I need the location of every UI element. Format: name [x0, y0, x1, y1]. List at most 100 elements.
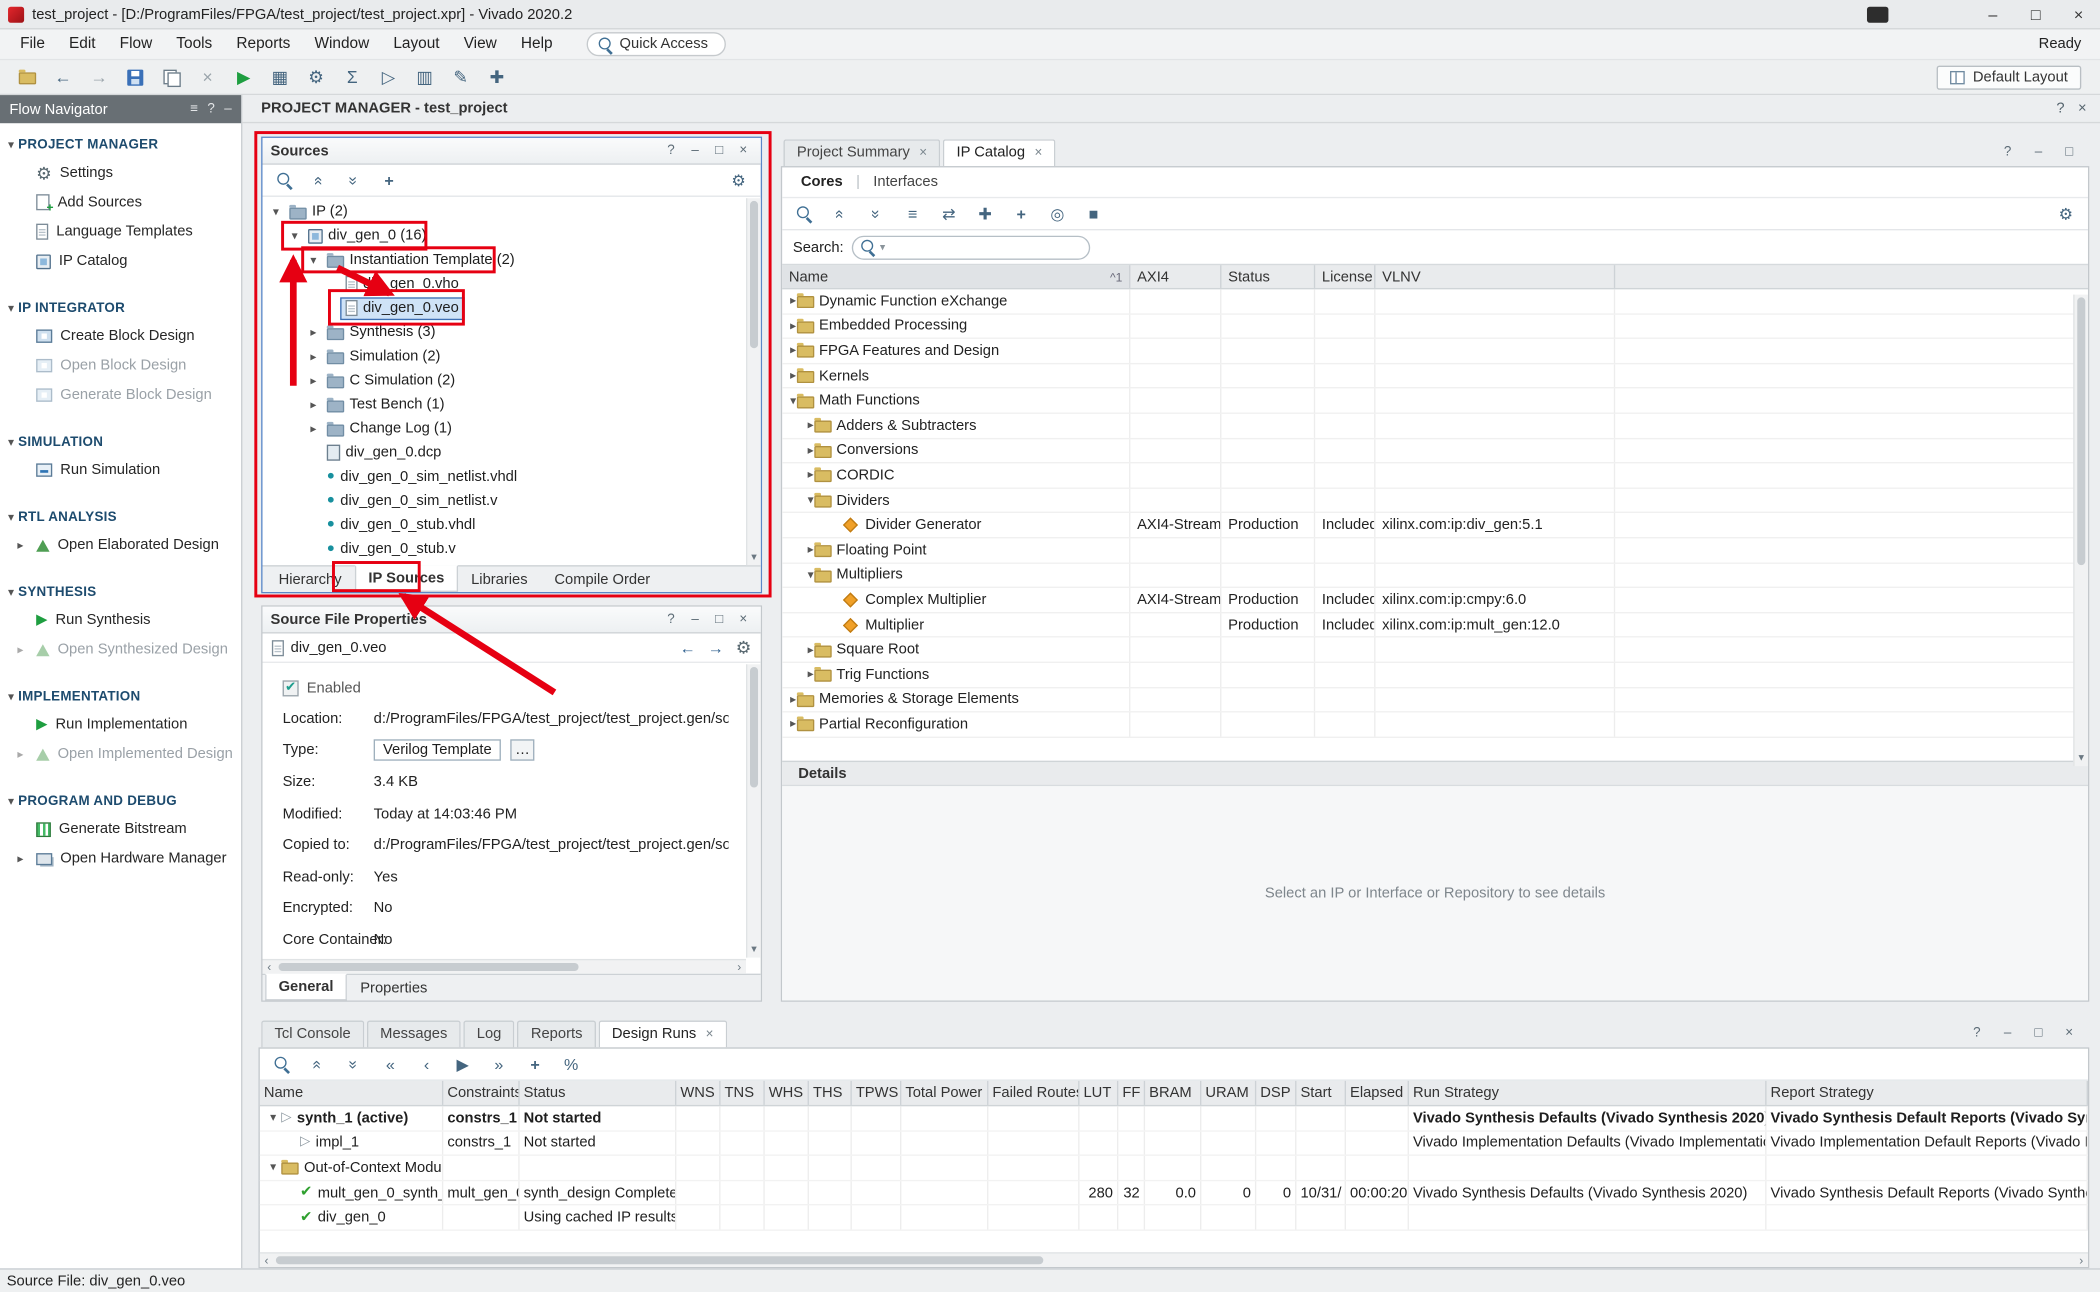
runs-column-total-power[interactable]: Total Power — [901, 1081, 988, 1105]
close-button[interactable]: × — [2060, 1023, 2079, 1042]
expander-closed-icon[interactable]: ▸ — [305, 423, 321, 435]
catalog-row-kernels[interactable]: ▸Kernels — [782, 364, 2088, 389]
flownav-item-open-implemented-design[interactable]: ▸Open Implemented Design — [0, 739, 241, 768]
menu-reports[interactable]: Reports — [224, 32, 302, 56]
run-row-mult-gen-0-synth-1[interactable]: ✔mult_gen_0_synth_1mult_gen_0synth_desig… — [260, 1181, 2088, 1206]
flownav-item-settings[interactable]: ⚙Settings — [0, 158, 241, 187]
flownav-item-ip-catalog[interactable]: IP Catalog — [0, 246, 241, 275]
runs-column-status[interactable]: Status — [520, 1081, 677, 1105]
runs-column-constraints[interactable]: Constraints — [443, 1081, 519, 1105]
window-close-button[interactable]: × — [2057, 0, 2100, 28]
tab-ip-catalog[interactable]: IP Catalog× — [943, 139, 1056, 166]
flownav-item-create-block-design[interactable]: Create Block Design — [0, 321, 241, 350]
scroll-down-icon[interactable]: ▼ — [747, 944, 760, 957]
tab-log[interactable]: Log — [463, 1021, 514, 1048]
catalog-row-conversions[interactable]: ▸Conversions — [782, 439, 2088, 464]
close-button[interactable]: × — [734, 610, 753, 629]
band-close-icon[interactable]: × — [2078, 100, 2087, 116]
expand-all-button[interactable]: » — [340, 167, 368, 192]
forward-icon[interactable]: → — [708, 638, 724, 657]
catalog-row-multiplier[interactable]: MultiplierProductionIncludedxilinx.com:i… — [782, 613, 2088, 638]
quick-access-search[interactable]: Quick Access — [586, 32, 725, 56]
section-expander-icon[interactable]: ▾ — [8, 586, 14, 598]
expander-closed-icon[interactable]: ▸ — [808, 469, 814, 481]
maximize-button[interactable]: □ — [2060, 142, 2079, 161]
target-button[interactable]: ◎ — [1043, 201, 1071, 226]
expander-closed-icon[interactable]: ▸ — [790, 320, 796, 332]
type-dropdown[interactable]: Verilog Template — [374, 740, 501, 761]
search-button[interactable] — [271, 167, 299, 192]
maximize-button[interactable]: □ — [710, 141, 729, 160]
add-button[interactable]: + — [375, 167, 403, 192]
add-repository-button[interactable]: + — [1007, 201, 1035, 226]
tab-properties[interactable]: Properties — [347, 975, 441, 1000]
expander-closed-icon[interactable]: ▸ — [17, 748, 23, 760]
runs-column-start[interactable]: Start — [1296, 1081, 1346, 1105]
scroll-left-icon[interactable]: ‹ — [263, 960, 276, 973]
runs-column-ths[interactable]: THS — [809, 1081, 852, 1105]
section-expander-icon[interactable]: ▾ — [8, 302, 14, 314]
menu-window[interactable]: Window — [302, 32, 381, 56]
tab-close-icon[interactable]: × — [1034, 145, 1042, 160]
catalog-row-memories-storage-elements[interactable]: ▸Memories & Storage Elements — [782, 688, 2088, 713]
expander-closed-icon[interactable]: ▸ — [808, 420, 814, 432]
collapse-all-button[interactable]: « — [304, 1051, 332, 1076]
expander-open-icon[interactable]: ▾ — [808, 494, 814, 506]
search-button[interactable] — [268, 1051, 296, 1076]
scroll-down-icon[interactable]: ▼ — [2075, 753, 2088, 766]
close-button[interactable]: × — [734, 141, 753, 160]
tab-close-icon[interactable]: × — [919, 145, 927, 160]
run-row-out-of-context-module-runs[interactable]: ▾Out-of-Context Module Runs — [260, 1156, 2088, 1181]
settings-button[interactable]: ⚙ — [300, 62, 332, 91]
flownav-item-run-simulation[interactable]: Run Simulation — [0, 455, 241, 484]
source-item-div-gen-0-dcp[interactable]: div_gen_0.dcp — [263, 441, 761, 465]
runs-column-ff[interactable]: FF — [1118, 1081, 1145, 1105]
expander-open-icon[interactable]: ▾ — [790, 395, 796, 407]
catalog-row-partial-reconfiguration[interactable]: ▸Partial Reconfiguration — [782, 713, 2088, 738]
expander-closed-icon[interactable]: ▸ — [808, 669, 814, 681]
report-button[interactable]: ▦ — [264, 62, 296, 91]
percent-button[interactable]: % — [557, 1051, 585, 1076]
flownav-menu-icon[interactable]: ≡ — [190, 102, 198, 117]
catalog-row-complex-multiplier[interactable]: Complex MultiplierAXI4-StreamProductionI… — [782, 588, 2088, 613]
flownav-item-generate-bitstream[interactable]: Generate Bitstream — [0, 814, 241, 843]
runs-column-failed-routes[interactable]: Failed Routes — [988, 1081, 1079, 1105]
subtab-interfaces[interactable]: Interfaces — [871, 171, 941, 192]
tab-project-summary[interactable]: Project Summary× — [783, 139, 940, 166]
sources-settings-button[interactable]: ⚙ — [725, 167, 753, 192]
source-item-instantiation-template-2[interactable]: ▾Instantiation Template (2) — [263, 248, 761, 272]
step-prev-button[interactable]: ‹ — [413, 1051, 441, 1076]
question-button[interactable]: ? — [1998, 142, 2017, 161]
runs-hscrollbar[interactable]: ‹ › — [260, 1252, 2088, 1267]
sum-button[interactable]: Σ — [336, 62, 368, 91]
tab-libraries[interactable]: Libraries — [458, 567, 541, 592]
expander-closed-icon[interactable]: ▸ — [790, 718, 796, 730]
flownav-minimize-icon[interactable]: – — [224, 102, 231, 117]
expander-closed-icon[interactable]: ▸ — [305, 350, 321, 362]
tab-tcl-console[interactable]: Tcl Console — [261, 1021, 364, 1048]
flownav-section-rtl-analysis[interactable]: ▾RTL ANALYSIS — [0, 504, 241, 531]
catalog-row-dividers[interactable]: ▾Dividers — [782, 489, 2088, 514]
runs-column-uram[interactable]: URAM — [1201, 1081, 1256, 1105]
flownav-section-synthesis[interactable]: ▾SYNTHESIS — [0, 579, 241, 606]
sources-scrollbar[interactable]: ▼ — [746, 198, 761, 565]
menu-edit[interactable]: Edit — [57, 32, 108, 56]
source-item-div-gen-0-sim-netlist-vhdl[interactable]: ●div_gen_0_sim_netlist.vhdl — [263, 465, 761, 489]
source-item-div-gen-0-stub-vhdl[interactable]: ●div_gen_0_stub.vhdl — [263, 513, 761, 537]
expander-closed-icon[interactable]: ▸ — [790, 345, 796, 357]
catalog-settings-button[interactable]: ⚙ — [2052, 201, 2080, 226]
menu-file[interactable]: File — [8, 32, 57, 56]
catalog-row-dynamic-function-exchange[interactable]: ▸Dynamic Function eXchange — [782, 289, 2088, 314]
flownav-item-add-sources[interactable]: Add Sources — [0, 188, 241, 217]
source-item-simulation-2[interactable]: ▸Simulation (2) — [263, 344, 761, 368]
collapse-all-button[interactable]: « — [305, 167, 333, 192]
section-expander-icon[interactable]: ▾ — [8, 690, 14, 702]
play-button[interactable]: ▶ — [449, 1051, 477, 1076]
catalog-row-square-root[interactable]: ▸Square Root — [782, 638, 2088, 663]
run-row-impl-1[interactable]: ▷impl_1constrs_1Not startedVivado Implem… — [260, 1131, 2088, 1156]
properties-vscrollbar[interactable]: ▼ — [746, 664, 761, 957]
expander-open-icon[interactable]: ▾ — [287, 230, 303, 242]
skip-first-button[interactable]: « — [376, 1051, 404, 1076]
scrollbar-thumb[interactable] — [2077, 297, 2085, 565]
source-item-synthesis-3[interactable]: ▸Synthesis (3) — [263, 320, 761, 344]
